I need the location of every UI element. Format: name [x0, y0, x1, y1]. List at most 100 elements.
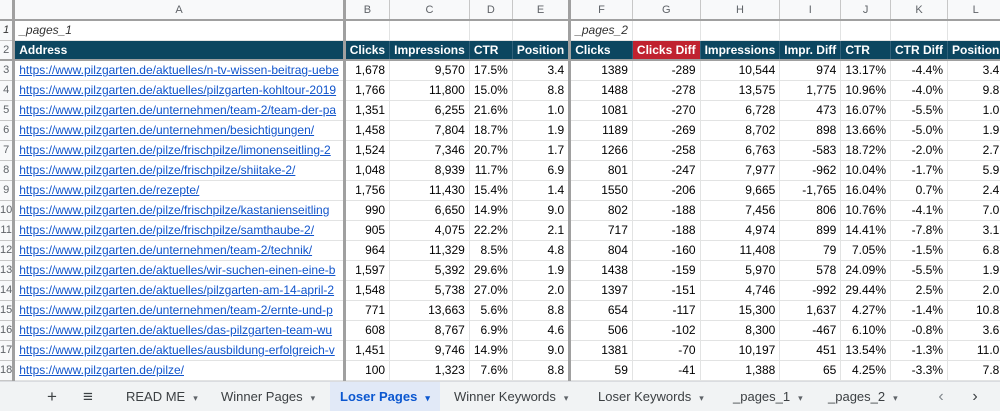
value-cell[interactable]: 5.6% [469, 300, 513, 321]
value-cell[interactable]: -270 [632, 100, 701, 121]
value-cell[interactable]: 1,775 [779, 80, 842, 101]
value-cell[interactable]: -159 [632, 260, 701, 281]
value-cell[interactable]: 4.6 [512, 320, 572, 341]
header-cell[interactable]: Impr. Diff [779, 40, 842, 61]
value-cell[interactable]: 10.76% [840, 200, 892, 221]
value-cell[interactable]: 1488 [569, 80, 633, 101]
row-number[interactable]: 13 [0, 260, 16, 281]
address-link[interactable]: https://www.pilzgarten.de/pilze/frischpi… [19, 203, 329, 217]
value-cell[interactable]: 9.0 [512, 340, 572, 361]
value-cell[interactable]: 806 [779, 200, 842, 221]
value-cell[interactable]: 1.9 [512, 260, 572, 281]
value-cell[interactable]: 7.0 [947, 200, 1000, 221]
value-cell[interactable]: 1,048 [344, 160, 391, 181]
column-header-c[interactable]: C [389, 0, 470, 21]
tab-pages-1[interactable]: _pages_1 ▾ [723, 382, 813, 411]
value-cell[interactable]: -962 [779, 160, 842, 181]
value-cell[interactable]: 6.9 [512, 160, 572, 181]
cell-g1[interactable] [632, 20, 701, 41]
cell-h1[interactable] [700, 20, 781, 41]
value-cell[interactable]: -289 [632, 60, 701, 81]
value-cell[interactable]: 8.8 [512, 300, 572, 321]
value-cell[interactable]: 9,665 [700, 180, 781, 201]
value-cell[interactable]: -1.3% [890, 340, 949, 361]
value-cell[interactable]: 18.7% [469, 120, 513, 141]
value-cell[interactable]: 5,392 [389, 260, 470, 281]
value-cell[interactable]: 1550 [569, 180, 633, 201]
value-cell[interactable]: -5.5% [890, 260, 949, 281]
value-cell[interactable]: 2.4 [947, 180, 1000, 201]
address-link[interactable]: https://www.pilzgarten.de/pilze/frischpi… [19, 143, 330, 157]
value-cell[interactable]: 5,738 [389, 280, 470, 301]
value-cell[interactable]: 2.0 [947, 280, 1000, 301]
address-cell[interactable]: https://www.pilzgarten.de/aktuelles/das-… [13, 320, 346, 341]
column-header-e[interactable]: E [512, 0, 572, 21]
value-cell[interactable]: 14.41% [840, 220, 892, 241]
value-cell[interactable]: 17.5% [469, 60, 513, 81]
value-cell[interactable]: 1.9 [947, 260, 1000, 281]
value-cell[interactable]: 1,451 [344, 340, 391, 361]
value-cell[interactable]: 16.07% [840, 100, 892, 121]
value-cell[interactable]: 578 [779, 260, 842, 281]
row-number[interactable]: 10 [0, 200, 16, 221]
value-cell[interactable]: -5.0% [890, 120, 949, 141]
value-cell[interactable]: 4.25% [840, 360, 892, 381]
value-cell[interactable]: 1381 [569, 340, 633, 361]
row-number[interactable]: 16 [0, 320, 16, 341]
tab-winner-keywords[interactable]: Winner Keywords ▾ [444, 382, 578, 411]
value-cell[interactable]: 4,974 [700, 220, 781, 241]
value-cell[interactable]: 6,255 [389, 100, 470, 121]
value-cell[interactable]: 7,804 [389, 120, 470, 141]
value-cell[interactable]: 10.96% [840, 80, 892, 101]
value-cell[interactable]: 27.0% [469, 280, 513, 301]
row-number[interactable]: 9 [0, 180, 16, 201]
value-cell[interactable]: 18.72% [840, 140, 892, 161]
value-cell[interactable]: -206 [632, 180, 701, 201]
value-cell[interactable]: 9.0 [512, 200, 572, 221]
tab-loser-pages[interactable]: Loser Pages ▾ [330, 382, 440, 411]
value-cell[interactable]: 1,458 [344, 120, 391, 141]
value-cell[interactable]: 608 [344, 320, 391, 341]
value-cell[interactable]: 1.0 [512, 100, 572, 121]
cell-e1[interactable] [512, 20, 572, 41]
cell-d1[interactable] [469, 20, 513, 41]
value-cell[interactable]: 7,456 [700, 200, 781, 221]
value-cell[interactable]: 15,300 [700, 300, 781, 321]
value-cell[interactable]: 22.2% [469, 220, 513, 241]
row-number[interactable]: 6 [0, 120, 16, 141]
value-cell[interactable]: -117 [632, 300, 701, 321]
column-header-f[interactable]: F [569, 0, 633, 21]
value-cell[interactable]: 6.9% [469, 320, 513, 341]
address-link[interactable]: https://www.pilzgarten.de/aktuelles/wir-… [19, 263, 335, 277]
value-cell[interactable]: 11,800 [389, 80, 470, 101]
tab-winner-pages[interactable]: Winner Pages ▾ [211, 382, 325, 411]
value-cell[interactable]: 13.54% [840, 340, 892, 361]
value-cell[interactable]: 1389 [569, 60, 633, 81]
value-cell[interactable]: 3.4 [947, 60, 1000, 81]
value-cell[interactable]: 11,408 [700, 240, 781, 261]
value-cell[interactable]: 6,650 [389, 200, 470, 221]
column-header-k[interactable]: K [890, 0, 949, 21]
header-cell[interactable]: Impressions [389, 40, 470, 61]
value-cell[interactable]: 1.4 [512, 180, 572, 201]
row-number[interactable]: 17 [0, 340, 16, 361]
address-cell[interactable]: https://www.pilzgarten.de/unternehmen/te… [13, 300, 346, 321]
header-cell[interactable]: Clicks [344, 40, 391, 61]
column-header-g[interactable]: G [632, 0, 701, 21]
value-cell[interactable]: 11.0 [947, 340, 1000, 361]
cell-b1[interactable] [344, 20, 391, 41]
all-sheets-icon[interactable]: ≡ [74, 382, 102, 411]
value-cell[interactable]: 6.8 [947, 240, 1000, 261]
value-cell[interactable]: 10,197 [700, 340, 781, 361]
value-cell[interactable]: 21.6% [469, 100, 513, 121]
value-cell[interactable]: -188 [632, 220, 701, 241]
value-cell[interactable]: -102 [632, 320, 701, 341]
value-cell[interactable]: -4.1% [890, 200, 949, 221]
address-cell[interactable]: https://www.pilzgarten.de/pilze/frischpi… [13, 220, 346, 241]
value-cell[interactable]: 11.7% [469, 160, 513, 181]
value-cell[interactable]: 16.04% [840, 180, 892, 201]
tab-loser-keywords[interactable]: Loser Keywords ▾ [588, 382, 714, 411]
row-number[interactable]: 11 [0, 220, 16, 241]
cell-c1[interactable] [389, 20, 470, 41]
value-cell[interactable]: 6,763 [700, 140, 781, 161]
